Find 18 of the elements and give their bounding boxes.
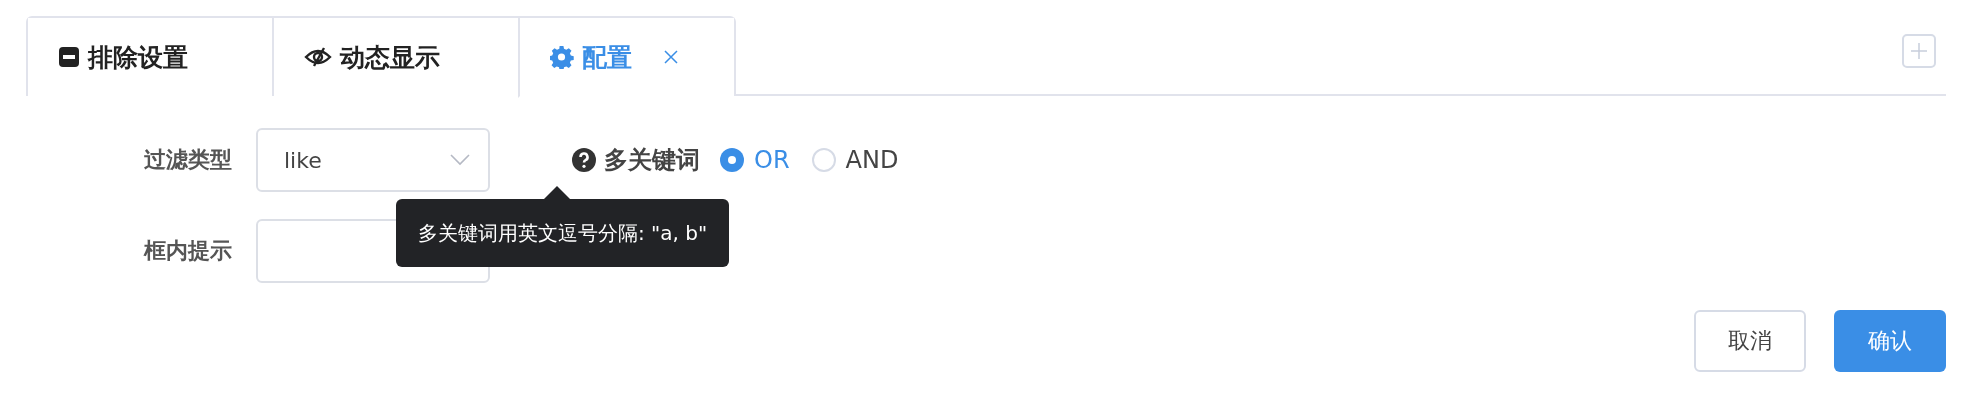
help-icon[interactable] — [572, 148, 596, 172]
plus-icon — [1910, 42, 1928, 60]
chevron-down-icon — [450, 154, 470, 166]
cancel-button[interactable]: 取消 — [1694, 310, 1806, 372]
keywords-label: 多关键词 — [604, 145, 700, 176]
radio-option[interactable]: AND — [811, 146, 899, 174]
field-label: 过滤类型 — [143, 146, 232, 174]
minus-square-icon — [58, 46, 80, 68]
radio-button[interactable] — [720, 148, 744, 172]
tooltip-arrow — [544, 186, 570, 199]
gear-icon — [550, 45, 574, 69]
tab[interactable]: 动态显示 — [272, 18, 518, 96]
eye-slash-icon — [304, 46, 332, 68]
field-label: 框内提示 — [142, 237, 232, 265]
select-field[interactable]: like — [256, 128, 490, 192]
tab[interactable]: 排除设置 — [28, 18, 272, 96]
close-icon[interactable] — [664, 50, 678, 64]
radio-button[interactable] — [811, 148, 836, 172]
